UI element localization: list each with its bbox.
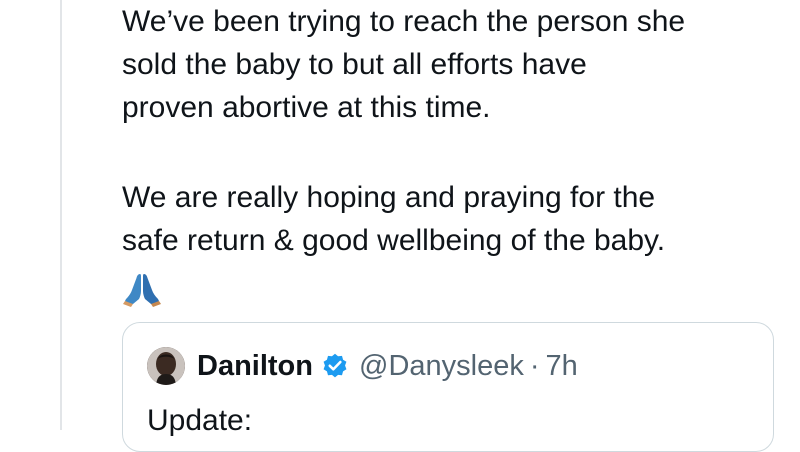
tweet-line: sold the baby to but all efforts have [122,48,587,81]
quoted-tweet-card[interactable]: Danilton @Danysleek · 7h Update: [122,322,774,452]
avatar[interactable] [147,347,185,385]
quoted-author-handle[interactable]: @Danysleek [359,350,524,383]
tweet-paragraph-2: We are really hoping and praying for the… [122,176,665,262]
quoted-tweet-text: Update: [147,404,253,437]
tweet-line: We’ve been trying to reach the person sh… [122,5,686,38]
tweet-paragraph-1: We’ve been trying to reach the person sh… [122,0,685,129]
quoted-tweet-header: Danilton @Danysleek · 7h [147,343,578,389]
tweet-line: safe return & good wellbeing of the baby… [122,224,666,257]
tweet-line: We are really hoping and praying for the [122,181,656,214]
quoted-author-name[interactable]: Danilton [197,350,313,383]
separator-dot: · [529,349,540,382]
tweet-line: proven abortive at this time. [122,91,491,124]
thread-connector-line [60,0,62,430]
quoted-tweet-timestamp[interactable]: 7h [546,350,578,383]
verified-badge-icon [323,353,347,378]
folded-hands-emoji-icon [122,268,162,308]
